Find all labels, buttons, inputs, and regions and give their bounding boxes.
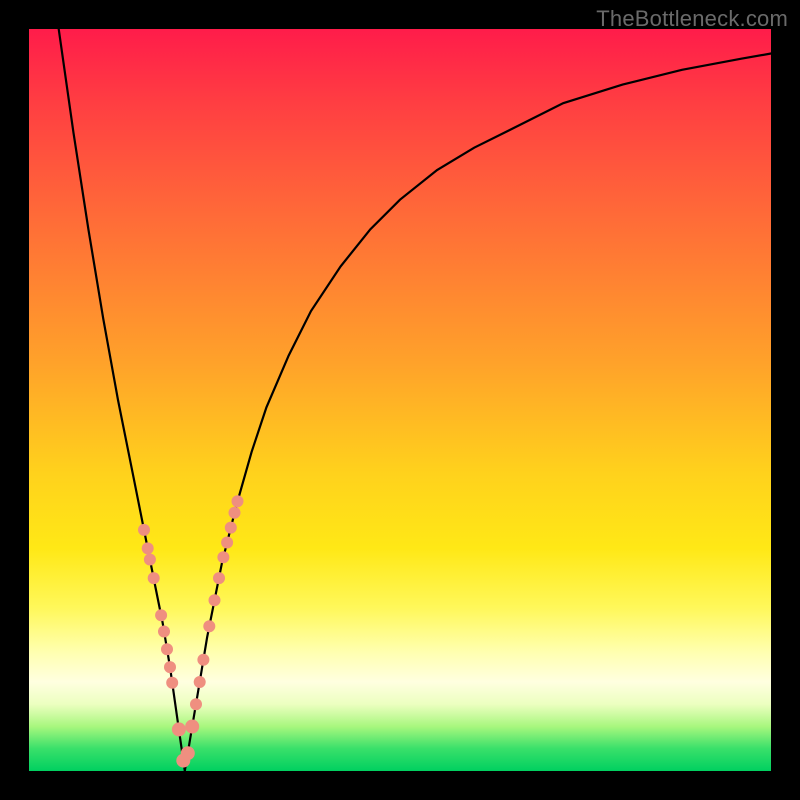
curve-marker xyxy=(158,626,170,638)
curve-svg xyxy=(29,29,771,771)
curve-marker xyxy=(161,643,173,655)
bottleneck-curve xyxy=(59,29,771,771)
chart-frame: TheBottleneck.com xyxy=(0,0,800,800)
curve-marker xyxy=(197,654,209,666)
curve-marker xyxy=(155,609,167,621)
curve-marker xyxy=(221,537,233,549)
curve-marker xyxy=(229,507,241,519)
curve-marker xyxy=(213,572,225,584)
curve-marker xyxy=(172,722,186,736)
curve-marker xyxy=(164,661,176,673)
curve-marker xyxy=(209,594,221,606)
curve-marker xyxy=(181,746,195,760)
curve-marker xyxy=(138,524,150,536)
curve-marker xyxy=(190,698,202,710)
curve-marker xyxy=(166,677,178,689)
curve-marker xyxy=(142,542,154,554)
plot-area xyxy=(29,29,771,771)
curve-marker xyxy=(232,495,244,507)
curve-marker xyxy=(185,720,199,734)
curve-marker xyxy=(194,676,206,688)
curve-marker xyxy=(144,554,156,566)
curve-marker xyxy=(203,620,215,632)
curve-marker xyxy=(148,572,160,584)
curve-marker xyxy=(217,551,229,563)
watermark-text: TheBottleneck.com xyxy=(596,6,788,32)
curve-marker xyxy=(225,522,237,534)
